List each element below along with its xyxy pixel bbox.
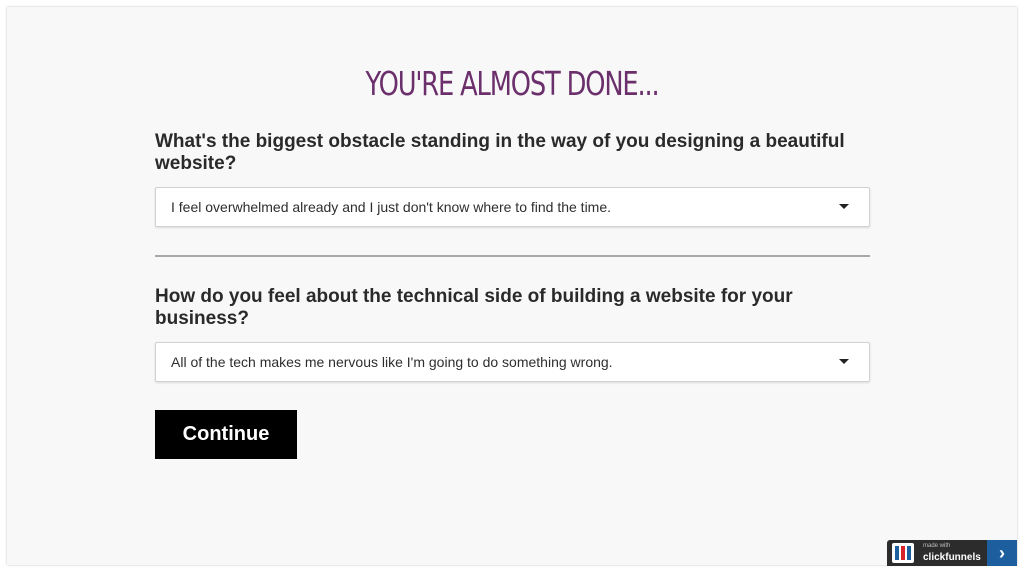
clickfunnels-logo-icon (892, 543, 914, 563)
question-2-label: How do you feel about the technical side… (155, 286, 793, 329)
question-2-selected-value: All of the tech makes me nervous like I'… (171, 354, 613, 370)
survey-page: YOU'RE ALMOST DONE... What's the biggest… (7, 7, 1017, 565)
caret-down-icon (839, 359, 849, 364)
question-2-select[interactable]: All of the tech makes me nervous like I'… (155, 342, 870, 382)
caret-down-icon (839, 204, 849, 209)
clickfunnels-badge[interactable]: made with clickfunnels › (887, 540, 1017, 566)
chevron-right-icon[interactable]: › (987, 540, 1017, 566)
page-headline: YOU'RE ALMOST DONE... (365, 64, 659, 103)
question-1-select[interactable]: I feel overwhelmed already and I just do… (155, 187, 870, 227)
question-1-selected-value: I feel overwhelmed already and I just do… (171, 199, 612, 215)
continue-button[interactable]: Continue (155, 410, 297, 459)
question-1-label: What's the biggest obstacle standing in … (155, 131, 845, 174)
section-divider (155, 255, 870, 257)
badge-brand-name: clickfunnels (923, 552, 981, 563)
badge-made-with-text: made with (923, 543, 951, 549)
